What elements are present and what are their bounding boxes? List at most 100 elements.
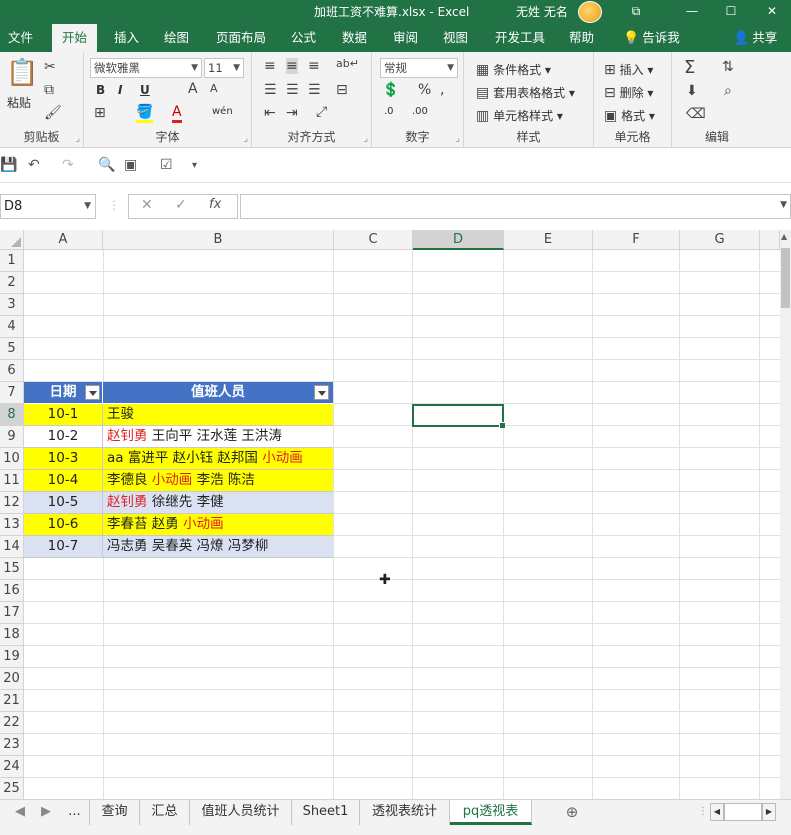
table-header-people[interactable]: 值班人员 bbox=[103, 382, 333, 404]
wrap-text-icon[interactable]: ab↵ bbox=[336, 57, 359, 70]
tab-draw[interactable]: 绘图 bbox=[164, 24, 189, 52]
tab-file[interactable]: 文件 bbox=[8, 24, 33, 52]
sheet-tab-pq-pivot[interactable]: pq透视表 bbox=[450, 800, 532, 825]
row-header[interactable]: 10 bbox=[0, 448, 24, 470]
row-header[interactable]: 21 bbox=[0, 690, 24, 712]
tab-formulas[interactable]: 公式 bbox=[291, 24, 316, 52]
insert-function-button[interactable]: fx bbox=[209, 197, 221, 212]
tell-me[interactable]: 💡 告诉我 bbox=[623, 24, 680, 52]
clipboard-launcher-icon[interactable]: ⌟ bbox=[76, 134, 80, 144]
customize-qat-icon[interactable]: ▾ bbox=[192, 160, 197, 171]
sheet-tab-duty-stats[interactable]: 值班人员统计 bbox=[190, 800, 292, 825]
table-cell-date[interactable]: 10-3 bbox=[24, 448, 103, 470]
format-cells-button[interactable]: ▣ 格式 ▾ bbox=[604, 107, 655, 124]
font-size-combo[interactable]: 11 ▼ bbox=[204, 58, 244, 78]
accounting-icon[interactable]: 💲 bbox=[382, 82, 399, 98]
screenshot-icon[interactable]: ▣ bbox=[124, 157, 137, 173]
column-header-c[interactable]: C bbox=[334, 230, 413, 250]
autosum-icon[interactable]: Σ bbox=[684, 57, 695, 78]
split-handle-icon[interactable]: ⋮ bbox=[696, 800, 710, 825]
table-cell-date[interactable]: 10-5 bbox=[24, 492, 103, 514]
fill-icon[interactable]: ⬇ bbox=[686, 83, 698, 99]
sheet-tab-more[interactable]: ... bbox=[60, 800, 90, 825]
sort-filter-icon[interactable]: ⇅ bbox=[722, 59, 734, 75]
decrease-indent-icon[interactable]: ⇤ bbox=[264, 105, 276, 121]
number-format-combo[interactable]: 常规 ▼ bbox=[380, 58, 458, 78]
row-header[interactable]: 7 bbox=[0, 382, 24, 404]
column-header-b[interactable]: B bbox=[103, 230, 334, 250]
font-shrink-icon[interactable]: A bbox=[210, 82, 218, 95]
prev-sheet-icon[interactable]: ◀ bbox=[10, 800, 30, 825]
table-cell-date[interactable]: 10-2 bbox=[24, 426, 103, 448]
column-header-f[interactable]: F bbox=[593, 230, 680, 250]
scroll-up-icon[interactable]: ▲ bbox=[781, 232, 787, 241]
column-header-d[interactable]: D bbox=[413, 230, 504, 250]
percent-icon[interactable]: % bbox=[418, 82, 431, 98]
print-preview-icon[interactable]: 🔍 bbox=[98, 157, 115, 173]
row-header[interactable]: 18 bbox=[0, 624, 24, 646]
italic-button[interactable]: I bbox=[118, 83, 122, 97]
hscroll-right-icon[interactable]: ▶ bbox=[762, 803, 776, 821]
hscroll-left-icon[interactable]: ◀ bbox=[710, 803, 724, 821]
vertical-scrollbar[interactable]: ▲ bbox=[780, 230, 791, 799]
tab-help[interactable]: 帮助 bbox=[569, 24, 594, 52]
expand-formula-icon[interactable]: ▼ bbox=[780, 200, 787, 210]
redo-icon[interactable]: ↷ bbox=[62, 157, 74, 173]
table-cell-people[interactable]: 李春苔 赵勇 小动画 bbox=[103, 514, 333, 536]
enter-icon[interactable]: ✓ bbox=[175, 197, 187, 213]
next-sheet-icon[interactable]: ▶ bbox=[36, 800, 56, 825]
conditional-format-button[interactable]: ▦ 条件格式 ▾ bbox=[476, 61, 551, 78]
table-cell-date[interactable]: 10-7 bbox=[24, 536, 103, 558]
filter-dropdown-icon[interactable] bbox=[314, 385, 329, 400]
increase-decimal-icon[interactable]: .0 bbox=[384, 106, 394, 117]
close-button[interactable]: ✕ bbox=[752, 0, 791, 24]
align-top-icon[interactable]: ≡ bbox=[264, 58, 276, 74]
align-middle-icon[interactable]: ≡ bbox=[286, 58, 298, 74]
font-grow-icon[interactable]: A bbox=[188, 81, 198, 97]
format-as-table-button[interactable]: ▤ 套用表格格式 ▾ bbox=[476, 84, 575, 101]
column-header-a[interactable]: A bbox=[24, 230, 103, 250]
row-header[interactable]: 23 bbox=[0, 734, 24, 756]
paste-icon[interactable]: 📋 bbox=[6, 58, 38, 88]
cut-icon[interactable]: ✂ bbox=[44, 59, 56, 75]
column-header-e[interactable]: E bbox=[504, 230, 593, 250]
avatar[interactable] bbox=[578, 1, 602, 23]
tab-data[interactable]: 数据 bbox=[342, 24, 367, 52]
row-header[interactable]: 17 bbox=[0, 602, 24, 624]
tab-home[interactable]: 开始 bbox=[52, 24, 98, 52]
sheet-tab-sheet1[interactable]: Sheet1 bbox=[292, 800, 360, 825]
row-header[interactable]: 25 bbox=[0, 778, 24, 799]
align-left-icon[interactable]: ☰ bbox=[264, 82, 277, 98]
font-color-icon[interactable]: A bbox=[172, 104, 182, 123]
save-icon[interactable]: 💾 bbox=[0, 157, 17, 173]
row-header[interactable]: 11 bbox=[0, 470, 24, 492]
tab-page-layout[interactable]: 页面布局 bbox=[216, 24, 266, 52]
row-header[interactable]: 19 bbox=[0, 646, 24, 668]
insert-cells-button[interactable]: ⊞ 插入 ▾ bbox=[604, 61, 653, 78]
user-name[interactable]: 无姓 无名 bbox=[516, 3, 568, 20]
sheet-tab-pivot-stats[interactable]: 透视表统计 bbox=[360, 800, 450, 825]
phonetic-icon[interactable]: wén bbox=[212, 106, 233, 117]
tab-insert[interactable]: 插入 bbox=[114, 24, 139, 52]
maximize-button[interactable]: ☐ bbox=[711, 0, 751, 24]
name-box[interactable]: D8 ▼ bbox=[0, 194, 96, 219]
bold-button[interactable]: B bbox=[96, 83, 105, 97]
font-name-combo[interactable]: 微软雅黑 ▼ bbox=[90, 58, 202, 78]
underline-button[interactable]: U bbox=[140, 83, 150, 97]
row-header[interactable]: 14 bbox=[0, 536, 24, 558]
row-header[interactable]: 2 bbox=[0, 272, 24, 294]
row-header[interactable]: 13 bbox=[0, 514, 24, 536]
table-cell-people[interactable]: 王骏 bbox=[103, 404, 333, 426]
add-sheet-icon[interactable]: ⊕ bbox=[560, 800, 584, 825]
column-header-h[interactable] bbox=[760, 230, 780, 250]
increase-indent-icon[interactable]: ⇥ bbox=[286, 105, 298, 121]
horizontal-scroll-thumb[interactable] bbox=[724, 803, 762, 821]
table-cell-people[interactable]: 赵钊勇 王向平 汪水莲 王洪涛 bbox=[103, 426, 333, 448]
number-launcher-icon[interactable]: ⌟ bbox=[456, 134, 460, 144]
table-cell-people[interactable]: aa 富进平 赵小钰 赵邦国 小动画 bbox=[103, 448, 333, 470]
decrease-decimal-icon[interactable]: .00 bbox=[412, 106, 428, 117]
table-header-date[interactable]: 日期 bbox=[24, 382, 103, 404]
formula-input[interactable]: ▼ bbox=[240, 194, 791, 219]
row-header[interactable]: 8 bbox=[0, 404, 24, 426]
undo-icon[interactable]: ↶ bbox=[28, 157, 40, 173]
